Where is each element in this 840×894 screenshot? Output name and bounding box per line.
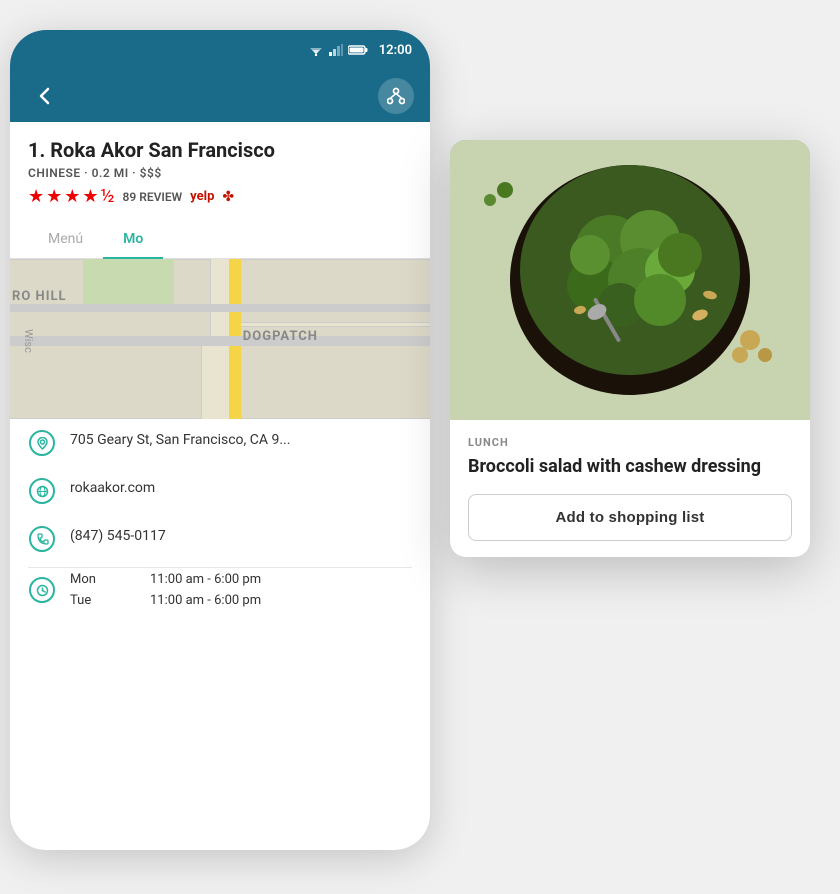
card-category: LUNCH xyxy=(468,436,792,449)
tab-menu[interactable]: Menú xyxy=(28,221,103,259)
restaurant-meta: CHINESE · 0.2 MI · $$$ xyxy=(28,166,412,180)
status-icons: 12:00 xyxy=(308,43,412,58)
signal-icon xyxy=(329,44,343,56)
restaurant-name: 1. Roka Akor San Francisco xyxy=(28,138,412,162)
star-3: ★ xyxy=(64,186,80,207)
card-title: Broccoli salad with cashew dressing xyxy=(468,455,792,478)
map-container: RO HILL Wisc DOGPATCH xyxy=(10,259,430,419)
share-icon xyxy=(387,87,405,105)
address-row: 705 Geary St, San Francisco, CA 9... xyxy=(28,419,412,467)
location-icon xyxy=(29,430,55,456)
hours-line-tue: Tue 11:00 am - 6:00 pm xyxy=(70,593,261,608)
globe-svg xyxy=(36,485,49,498)
divider xyxy=(28,567,412,568)
phone-main: 12:00 1. Roka Akor San Fr xyxy=(10,30,430,850)
website-text: rokaakor.com xyxy=(70,477,155,499)
share-button[interactable] xyxy=(378,78,414,114)
pin-icon xyxy=(36,437,49,450)
hours-day-mon: Mon xyxy=(70,572,110,587)
hours-day-tue: Tue xyxy=(70,593,110,608)
star-2: ★ xyxy=(46,186,62,207)
back-arrow-icon xyxy=(34,85,56,107)
phone-icon xyxy=(29,526,55,552)
add-to-shopping-list-button[interactable]: Add to shopping list xyxy=(468,494,792,541)
star-1: ★ xyxy=(28,186,44,207)
clock-icon-container xyxy=(28,576,56,604)
recipe-card: LUNCH Broccoli salad with cashew dressin… xyxy=(450,140,810,557)
hours-time-tue: 11:00 am - 6:00 pm xyxy=(150,593,261,608)
wifi-icon xyxy=(308,44,324,56)
hours-row: Mon 11:00 am - 6:00 pm Tue 11:00 am - 6:… xyxy=(28,572,412,608)
card-image xyxy=(450,140,810,420)
stars: ★ ★ ★ ★ ½ xyxy=(28,186,115,207)
broccoli-image-svg xyxy=(450,140,810,420)
map-road-horizontal-1 xyxy=(10,336,430,346)
yelp-logo: yelp xyxy=(190,189,214,204)
nav-bar xyxy=(10,70,430,122)
review-count: 89 REVIEW xyxy=(123,190,183,204)
tab-more[interactable]: Mo xyxy=(103,221,163,259)
clock-icon xyxy=(29,577,55,603)
map-road-horizontal-2 xyxy=(10,304,430,312)
globe-icon xyxy=(29,478,55,504)
map-label-wisc: Wisc xyxy=(22,329,35,353)
scene: 12:00 1. Roka Akor San Fr xyxy=(0,0,840,894)
location-icon-container xyxy=(28,429,56,457)
star-4: ★ xyxy=(82,186,98,207)
rating-row: ★ ★ ★ ★ ½ 89 REVIEW yelp ✤ xyxy=(28,186,412,207)
hours-line-mon: Mon 11:00 am - 6:00 pm xyxy=(70,572,261,587)
map-background: RO HILL Wisc DOGPATCH xyxy=(10,259,430,419)
phone-row: (847) 545-0117 xyxy=(28,515,412,563)
hours-content: Mon 11:00 am - 6:00 pm Tue 11:00 am - 6:… xyxy=(70,572,261,608)
status-time: 12:00 xyxy=(379,43,412,58)
back-button[interactable] xyxy=(26,81,64,111)
tabs-bar: Menú Mo xyxy=(10,221,430,259)
phone-content: 1. Roka Akor San Francisco CHINESE · 0.2… xyxy=(10,122,430,259)
yelp-burst-icon: ✤ xyxy=(222,189,234,205)
battery-icon xyxy=(348,44,368,56)
clock-svg xyxy=(36,584,49,597)
phone-svg xyxy=(36,533,49,546)
card-content: LUNCH Broccoli salad with cashew dressin… xyxy=(450,420,810,557)
status-bar: 12:00 xyxy=(10,30,430,70)
address-text: 705 Geary St, San Francisco, CA 9... xyxy=(70,429,290,451)
info-section: 705 Geary St, San Francisco, CA 9... rok… xyxy=(10,419,430,608)
hours-time-mon: 11:00 am - 6:00 pm xyxy=(150,572,261,587)
website-row: rokaakor.com xyxy=(28,467,412,515)
star-half: ½ xyxy=(101,186,115,207)
map-label-ro-hill: RO HILL xyxy=(12,289,67,304)
globe-icon-container xyxy=(28,477,56,505)
phone-text: (847) 545-0117 xyxy=(70,525,166,547)
phone-icon-container xyxy=(28,525,56,553)
map-label-dogpatch: DOGPATCH xyxy=(243,329,318,344)
